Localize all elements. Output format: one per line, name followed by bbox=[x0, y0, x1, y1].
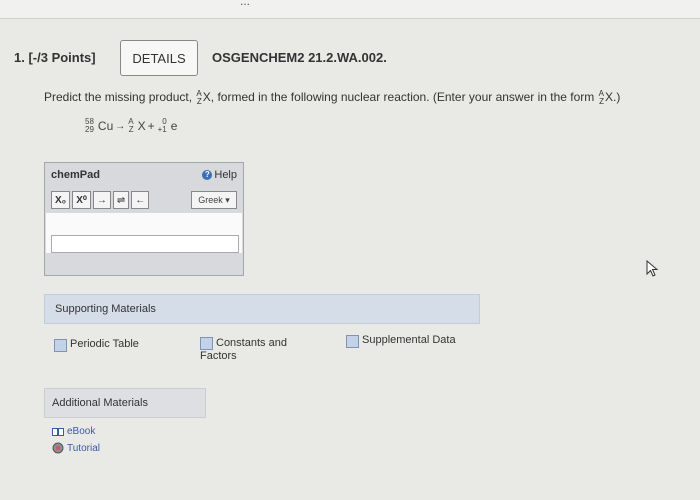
tutorial-label: Tutorial bbox=[67, 442, 100, 454]
ebook-label: eBook bbox=[67, 426, 96, 437]
periodic-table-label: Periodic Table bbox=[70, 338, 139, 350]
prompt-part-3: X.) bbox=[604, 90, 621, 105]
prompt-part-2: X, formed in the following nuclear react… bbox=[202, 90, 595, 105]
constants-factors-link[interactable]: Constants and Factors bbox=[200, 336, 308, 362]
prompt-isotope-notation-2: A Z bbox=[599, 90, 604, 106]
document-icon bbox=[54, 339, 67, 352]
prompt-isotope-notation: A Z bbox=[196, 90, 201, 106]
tutorial-link[interactable]: Tutorial bbox=[52, 442, 100, 454]
reactant-symbol: Cu bbox=[97, 119, 114, 133]
supplemental-data-link[interactable]: Supplemental Data bbox=[346, 334, 456, 348]
emitted-symbol: e bbox=[170, 119, 178, 133]
supporting-materials-title: Supporting Materials bbox=[55, 303, 156, 315]
constants-factors-text: Constants and Factors bbox=[200, 336, 287, 362]
chempad-toolbar: X₀ X⁰ → ⇌ ← bbox=[51, 191, 150, 209]
help-label: Help bbox=[214, 169, 237, 181]
help-icon: ? bbox=[202, 170, 213, 180]
book-icon bbox=[52, 427, 64, 436]
nuclear-reaction: 58 29 Cu → A Z X + 0 +1 e bbox=[84, 118, 177, 134]
periodic-table-link[interactable]: Periodic Table bbox=[54, 338, 139, 352]
chempad-help-link[interactable]: ? Help bbox=[202, 169, 237, 181]
details-button[interactable]: DETAILS bbox=[120, 40, 198, 76]
constants-factors-label: Constants and Factors bbox=[200, 336, 308, 362]
question-prompt: Predict the missing product, A Z X, form… bbox=[44, 90, 620, 106]
product-number: Z bbox=[128, 125, 134, 134]
back-arrow-button[interactable]: ← bbox=[131, 191, 150, 209]
arrow-button[interactable]: → bbox=[92, 191, 111, 209]
reaction-arrow: → bbox=[115, 120, 126, 132]
prompt-part-1: Predict the missing product, bbox=[44, 90, 193, 105]
top-strip: ... bbox=[0, 0, 700, 19]
reaction-plus: + bbox=[147, 119, 155, 133]
equilibrium-button[interactable]: ⇌ bbox=[112, 191, 130, 209]
greek-dropdown[interactable]: Greek ▾ bbox=[191, 191, 237, 209]
ebook-link[interactable]: eBook bbox=[52, 426, 95, 437]
document-icon bbox=[200, 337, 213, 350]
document-icon bbox=[346, 335, 359, 348]
top-cut-text: ... bbox=[240, 0, 251, 8]
chempad-widget: chemPad ? Help X₀ X⁰ → ⇌ ← Greek ▾ bbox=[44, 162, 244, 276]
supporting-materials-header: Supporting Materials bbox=[44, 294, 480, 324]
additional-materials-title: Additional Materials bbox=[52, 397, 148, 409]
iso-number-2: Z bbox=[599, 97, 604, 106]
product-isotope: A Z bbox=[128, 118, 133, 134]
superscript-button[interactable]: X⁰ bbox=[72, 191, 91, 209]
reactant-isotope: 58 29 bbox=[85, 118, 94, 134]
chempad-title: chemPad bbox=[51, 169, 100, 181]
subscript-button[interactable]: X₀ bbox=[51, 191, 71, 209]
question-number: 1. [-/3 Points] bbox=[14, 50, 96, 65]
tutorial-icon bbox=[52, 442, 64, 454]
supplemental-data-label: Supplemental Data bbox=[362, 334, 456, 346]
emitted-number: +1 bbox=[157, 125, 167, 134]
iso-number: Z bbox=[196, 97, 202, 106]
mouse-cursor-icon bbox=[646, 260, 659, 277]
emitted-isotope: 0 +1 bbox=[158, 118, 167, 134]
additional-materials-header: Additional Materials bbox=[44, 388, 206, 418]
reactant-number: 29 bbox=[85, 125, 94, 134]
product-symbol: X bbox=[137, 119, 146, 133]
question-header: 1. [-/3 Points] DETAILS OSGENCHEM2 21.2.… bbox=[0, 28, 700, 84]
chempad-answer-input[interactable] bbox=[51, 235, 239, 253]
question-code: OSGENCHEM2 21.2.WA.002. bbox=[212, 50, 387, 65]
